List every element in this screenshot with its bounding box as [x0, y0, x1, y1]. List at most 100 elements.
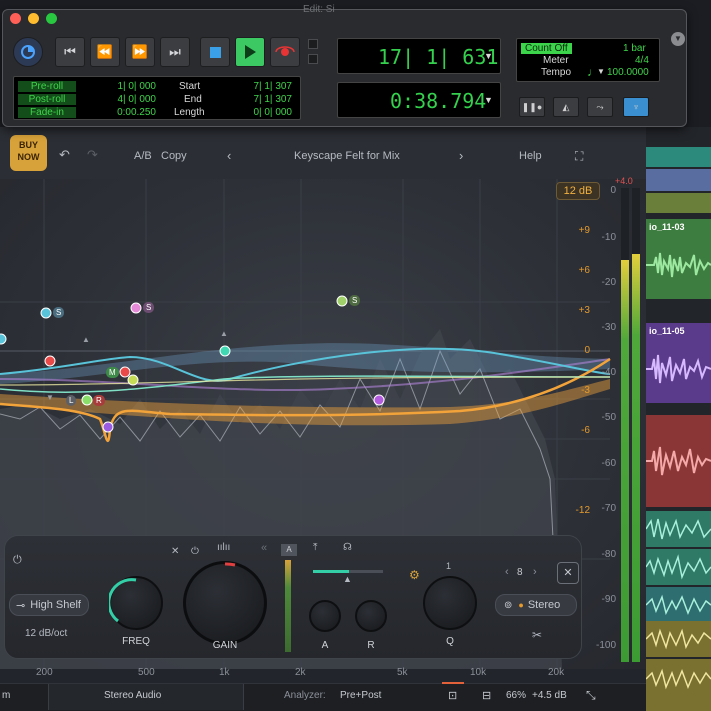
clip-teal-1[interactable] — [646, 511, 711, 547]
end-value[interactable]: 7| 1| 307 — [234, 94, 292, 105]
preroll-value[interactable]: 1| 0| 000 — [104, 81, 156, 92]
return-to-zero-button[interactable]: ⏮ — [55, 37, 85, 67]
band-tag-3[interactable]: S — [349, 295, 361, 306]
band-node-5[interactable] — [44, 355, 56, 367]
routing-label[interactable]: Stereo Audio — [104, 690, 161, 701]
stereo-selector[interactable]: ⊚ ● Stereo — [495, 594, 577, 616]
band-power-icon[interactable]: ⏻ — [13, 554, 22, 567]
slope-selector[interactable]: 12 dB/oct — [25, 628, 67, 639]
threshold-slider[interactable] — [313, 570, 383, 573]
sub-counter[interactable]: 0:38.794 ▼ — [337, 82, 501, 118]
postroll-value[interactable]: 4| 0| 000 — [104, 94, 156, 105]
drag-handle-up-icon[interactable]: ▲ — [82, 335, 90, 344]
gear-icon[interactable]: ⚙ — [409, 568, 420, 582]
conductor-button[interactable]: ♆ — [623, 97, 649, 117]
play-button[interactable] — [235, 37, 265, 67]
clip-teal-2[interactable] — [646, 549, 711, 585]
midi-merge-button[interactable]: ⤳ — [587, 97, 613, 117]
clip-green[interactable]: io_11-03 — [646, 219, 711, 299]
bypass-icon[interactable]: ⊟ — [482, 689, 491, 702]
band-tag-1[interactable]: S — [53, 307, 65, 318]
band-close-icon[interactable]: ✕ — [171, 546, 179, 557]
gain-scale-value[interactable]: +4.5 dB — [532, 690, 567, 701]
help-button[interactable]: Help — [519, 150, 542, 162]
record-button[interactable] — [270, 37, 300, 67]
fadein-label[interactable]: Fade-in — [18, 107, 76, 118]
band-bypass-icon[interactable]: ⏻ — [191, 546, 199, 557]
go-to-end-button[interactable]: ⏭ — [160, 37, 190, 67]
band-node-9[interactable] — [102, 421, 114, 433]
dynamic-icon[interactable]: ⤒ — [313, 542, 317, 553]
threshold-handle-icon[interactable]: ▲ — [343, 574, 352, 584]
attack-knob[interactable] — [309, 600, 341, 632]
clip-teal-top[interactable] — [646, 147, 711, 167]
minimize-window-button[interactable] — [28, 13, 39, 24]
band-next-icon[interactable]: › — [533, 566, 537, 578]
tempo-value[interactable]: 100.0000 — [607, 67, 649, 78]
undo-icon[interactable]: ↶ — [59, 147, 70, 163]
band-node-1[interactable] — [40, 307, 52, 319]
meter-value[interactable]: 4/4 — [635, 55, 649, 66]
start-value[interactable]: 7| 1| 307 — [234, 81, 292, 92]
postroll-label[interactable]: Post-roll — [18, 94, 76, 105]
stop-button[interactable] — [200, 37, 230, 67]
main-counter[interactable]: 17| 1| 631 ▼ — [337, 38, 501, 74]
spectrum-grab-icon[interactable]: ıılıı — [217, 542, 230, 553]
countoff-value[interactable]: 1 bar — [623, 43, 646, 54]
scissors-icon[interactable]: ✂ — [532, 628, 542, 642]
length-value[interactable]: 0| 0| 000 — [234, 107, 292, 118]
clip-yellow-1[interactable] — [646, 621, 711, 657]
band-tag-m[interactable]: M — [106, 367, 119, 378]
release-knob[interactable] — [355, 600, 387, 632]
preset-next-icon[interactable]: › — [459, 148, 463, 163]
auto-gain-button[interactable]: A — [281, 544, 297, 556]
close-window-button[interactable] — [10, 13, 21, 24]
clip-purple[interactable]: io_11-05 — [646, 323, 711, 403]
tempo-dropdown-icon[interactable]: ▼ — [597, 67, 605, 76]
gain-knob[interactable] — [183, 561, 267, 645]
band-node-8[interactable] — [81, 394, 93, 406]
window-menu-icon[interactable]: ▼ — [671, 32, 685, 46]
shape-selector[interactable]: ⊸ High Shelf — [9, 594, 89, 616]
clip-blue-top[interactable] — [646, 169, 711, 191]
band-prev-icon[interactable]: ‹ — [505, 566, 509, 578]
analyzer-value[interactable]: Pre+Post — [340, 690, 381, 701]
fadein-value[interactable]: 0:00.250 — [104, 107, 156, 118]
drag-handle-up-icon-2[interactable]: ▲ — [220, 329, 228, 338]
clip-yellow-2[interactable] — [646, 659, 711, 711]
sub-counter-dropdown-icon[interactable]: ▼ — [484, 95, 493, 105]
option-toggle-2[interactable] — [308, 54, 318, 64]
freq-knob[interactable] — [109, 576, 163, 630]
band-node-2[interactable] — [130, 302, 142, 314]
zoom-value[interactable]: 66% — [506, 690, 526, 701]
clip-red[interactable] — [646, 415, 711, 507]
clip-olive-top[interactable] — [646, 193, 711, 213]
resize-icon[interactable]: ⤡ — [586, 688, 596, 703]
option-toggle-1[interactable] — [308, 39, 318, 49]
metronome-button[interactable]: ◭ — [553, 97, 579, 117]
online-sync-icon[interactable] — [13, 37, 43, 67]
clip-teal-3[interactable] — [646, 587, 711, 623]
countoff-button[interactable]: Count Off — [521, 43, 572, 54]
band-node-7[interactable] — [127, 374, 139, 386]
panel-close-button[interactable]: ✕ — [557, 562, 579, 584]
zoom-window-button[interactable] — [46, 13, 57, 24]
preset-name[interactable]: Keyscape Felt for Mix — [294, 150, 400, 162]
drag-handle-down-icon[interactable]: ▼ — [46, 393, 54, 402]
fullscreen-icon[interactable]: ⛶ — [575, 149, 583, 164]
fast-forward-button[interactable]: ⏩ — [125, 37, 155, 67]
q-knob[interactable] — [423, 576, 477, 630]
counter-dropdown-icon[interactable]: ▼ — [484, 51, 493, 61]
collapse-left-icon[interactable]: « — [261, 542, 267, 554]
band-node-4[interactable] — [219, 345, 231, 357]
buy-now-button[interactable]: BUY NOW — [10, 135, 47, 171]
band-tag-r[interactable]: R — [93, 395, 105, 406]
preset-prev-icon[interactable]: ‹ — [227, 148, 231, 163]
band-tag-2[interactable]: S — [143, 302, 155, 313]
midi-icon[interactable]: ⊡ — [448, 689, 457, 702]
redo-icon[interactable]: ↷ — [87, 147, 98, 163]
preroll-label[interactable]: Pre-roll — [18, 81, 76, 92]
copy-button[interactable]: Copy — [161, 150, 187, 162]
band-node-3[interactable] — [336, 295, 348, 307]
rewind-button[interactable]: ⏪ — [90, 37, 120, 67]
